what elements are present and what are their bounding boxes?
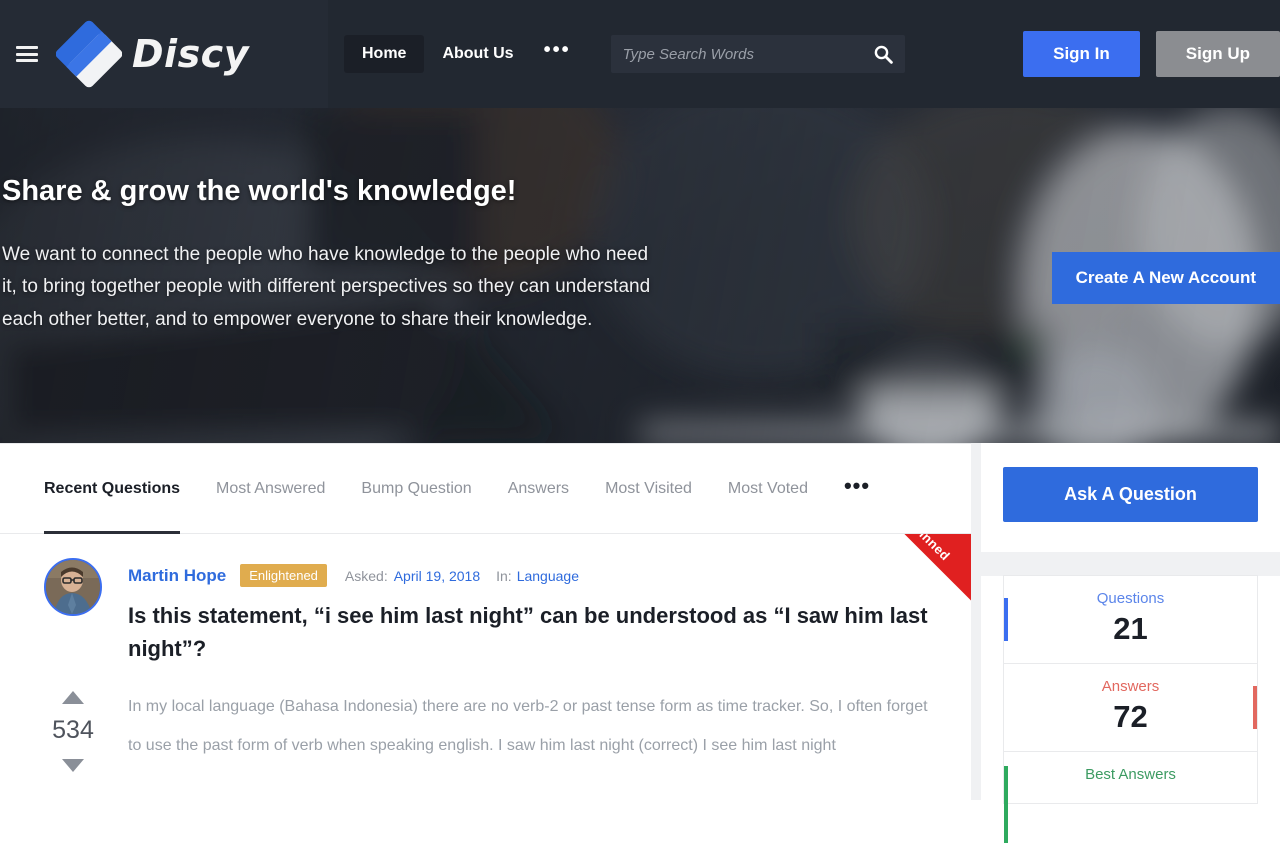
nav-more-icon[interactable]: ••• bbox=[532, 40, 583, 63]
question-excerpt: In my local language (Bahasa Indonesia) … bbox=[128, 698, 928, 755]
site-header: Discy Home About Us ••• Sign In Sign Up bbox=[0, 0, 1280, 108]
hero-title: Share & grow the world's knowledge! bbox=[2, 175, 517, 207]
question-title-link[interactable]: Is this statement, “i see him last night… bbox=[128, 599, 928, 665]
question-header: Martin Hope Enlightened Asked: April 19,… bbox=[0, 558, 971, 665]
author-avatar[interactable] bbox=[44, 558, 102, 616]
tab-most-answered[interactable]: Most Answered bbox=[216, 444, 325, 534]
tab-bump-question[interactable]: Bump Question bbox=[361, 444, 471, 534]
tab-recent-questions[interactable]: Recent Questions bbox=[44, 444, 181, 534]
question-filter-tabs: Recent Questions Most Answered Bump Ques… bbox=[0, 444, 971, 534]
search-box[interactable] bbox=[610, 35, 905, 73]
ask-question-widget: Ask A Question bbox=[981, 443, 1280, 552]
question-card: Pinned Martin Hope Enlightened Asked: Ap… bbox=[0, 534, 971, 772]
vote-down-icon[interactable] bbox=[62, 759, 84, 772]
sidebar-divider bbox=[981, 552, 1280, 576]
main-navigation: Home About Us ••• bbox=[344, 35, 583, 73]
sign-up-button[interactable]: Sign Up bbox=[1155, 31, 1280, 77]
hero-content: Share & grow the world's knowledge! We w… bbox=[0, 108, 680, 337]
stats-widget: Questions 21 Answers 72 Best Answers bbox=[981, 575, 1280, 843]
question-header-text: Martin Hope Enlightened Asked: April 19,… bbox=[128, 558, 928, 665]
ask-a-question-button[interactable]: Ask A Question bbox=[1003, 467, 1258, 522]
hero-banner: Share & grow the world's knowledge! We w… bbox=[0, 108, 1280, 443]
hamburger-menu-icon[interactable] bbox=[16, 46, 38, 62]
stat-label-best-answers: Best Answers bbox=[1085, 766, 1176, 783]
question-meta: Martin Hope Enlightened Asked: April 19,… bbox=[128, 564, 928, 587]
search-icon[interactable] bbox=[873, 44, 893, 64]
sign-in-button[interactable]: Sign In bbox=[1023, 31, 1140, 77]
stat-card-answers[interactable]: Answers 72 bbox=[1003, 663, 1258, 752]
create-account-button[interactable]: Create A New Account bbox=[1051, 252, 1280, 304]
in-label: In: bbox=[496, 567, 512, 584]
nav-item-about-us[interactable]: About Us bbox=[424, 35, 531, 73]
stat-value-questions: 21 bbox=[1113, 611, 1148, 646]
vote-count: 534 bbox=[52, 716, 94, 744]
tab-most-voted[interactable]: Most Voted bbox=[728, 444, 808, 534]
header-brand-panel: Discy bbox=[0, 0, 328, 108]
tab-answers[interactable]: Answers bbox=[508, 444, 569, 534]
sidebar-column: Ask A Question Questions 21 Answers 72 B… bbox=[981, 443, 1280, 843]
vote-up-icon[interactable] bbox=[62, 691, 84, 704]
tab-most-visited[interactable]: Most Visited bbox=[605, 444, 692, 534]
stat-value-answers: 72 bbox=[1113, 699, 1148, 734]
author-badge: Enlightened bbox=[240, 564, 327, 587]
question-category-link[interactable]: Language bbox=[517, 568, 579, 584]
site-logo[interactable]: Discy bbox=[55, 20, 249, 88]
vote-control: 534 bbox=[44, 687, 102, 772]
stat-card-questions[interactable]: Questions 21 bbox=[1003, 575, 1258, 664]
hero-subtitle: We want to connect the people who have k… bbox=[2, 243, 651, 331]
nav-item-home[interactable]: Home bbox=[344, 35, 425, 73]
asked-label: Asked: bbox=[344, 567, 388, 584]
asked-date-link[interactable]: April 19, 2018 bbox=[394, 568, 480, 584]
logo-text: Discy bbox=[132, 32, 249, 76]
stat-card-best-answers[interactable]: Best Answers bbox=[1003, 751, 1258, 843]
header-auth-actions: Sign In Sign Up bbox=[1023, 31, 1280, 77]
question-author-link[interactable]: Martin Hope bbox=[128, 566, 226, 586]
question-body-row: 534 In my local language (Bahasa Indones… bbox=[0, 687, 971, 772]
page-body: Recent Questions Most Answered Bump Ques… bbox=[0, 443, 1280, 843]
tabs-more-icon[interactable]: ••• bbox=[844, 474, 870, 496]
main-content-column: Recent Questions Most Answered Bump Ques… bbox=[0, 443, 971, 800]
stat-label-answers: Answers bbox=[1101, 678, 1160, 695]
stat-accent-bar-questions bbox=[1004, 598, 1008, 641]
stat-label-questions: Questions bbox=[1096, 590, 1165, 607]
stat-accent-bar-best-answers bbox=[1004, 766, 1008, 843]
stat-accent-bar-answers bbox=[1253, 686, 1257, 729]
search-input[interactable] bbox=[622, 45, 873, 63]
discy-diamond-icon bbox=[55, 20, 123, 88]
